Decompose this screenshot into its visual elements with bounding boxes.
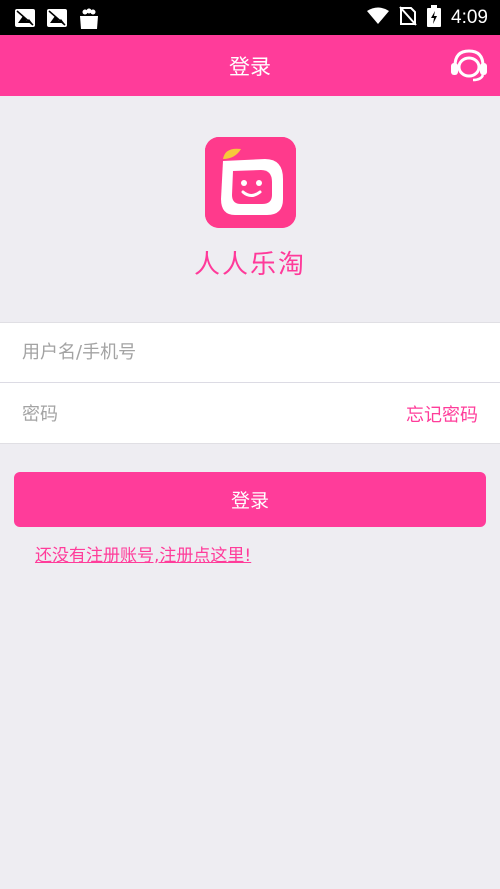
password-row: 忘记密码 (0, 384, 500, 444)
app-header: 登录 (0, 35, 500, 96)
image-notification-icon (14, 8, 36, 28)
status-time: 4:09 (451, 6, 488, 28)
login-button[interactable]: 登录 (14, 472, 486, 527)
username-input[interactable] (22, 342, 478, 363)
forgot-password-link[interactable]: 忘记密码 (406, 401, 478, 427)
register-link[interactable]: 还没有注册账号,注册点这里! (35, 541, 251, 566)
customer-service-headset-icon (447, 42, 491, 90)
shopping-bag-icon (78, 8, 100, 29)
password-input[interactable] (22, 403, 406, 425)
login-form: 忘记密码 (0, 322, 500, 444)
wifi-icon (367, 7, 390, 29)
battery-charging-icon (427, 4, 442, 31)
app-logo (205, 137, 296, 228)
no-sim-icon (399, 5, 417, 30)
customer-service-button[interactable] (446, 43, 492, 89)
page-title: 登录 (229, 54, 271, 79)
brand-name: 人人乐淘 (193, 250, 306, 280)
status-bar: 4:09 (0, 0, 500, 35)
username-row (0, 323, 500, 383)
notification-area (14, 8, 100, 29)
smiley-face-logo-icon (205, 137, 296, 228)
system-status-area: 4:09 (367, 4, 488, 31)
image-notification-icon (46, 8, 68, 28)
